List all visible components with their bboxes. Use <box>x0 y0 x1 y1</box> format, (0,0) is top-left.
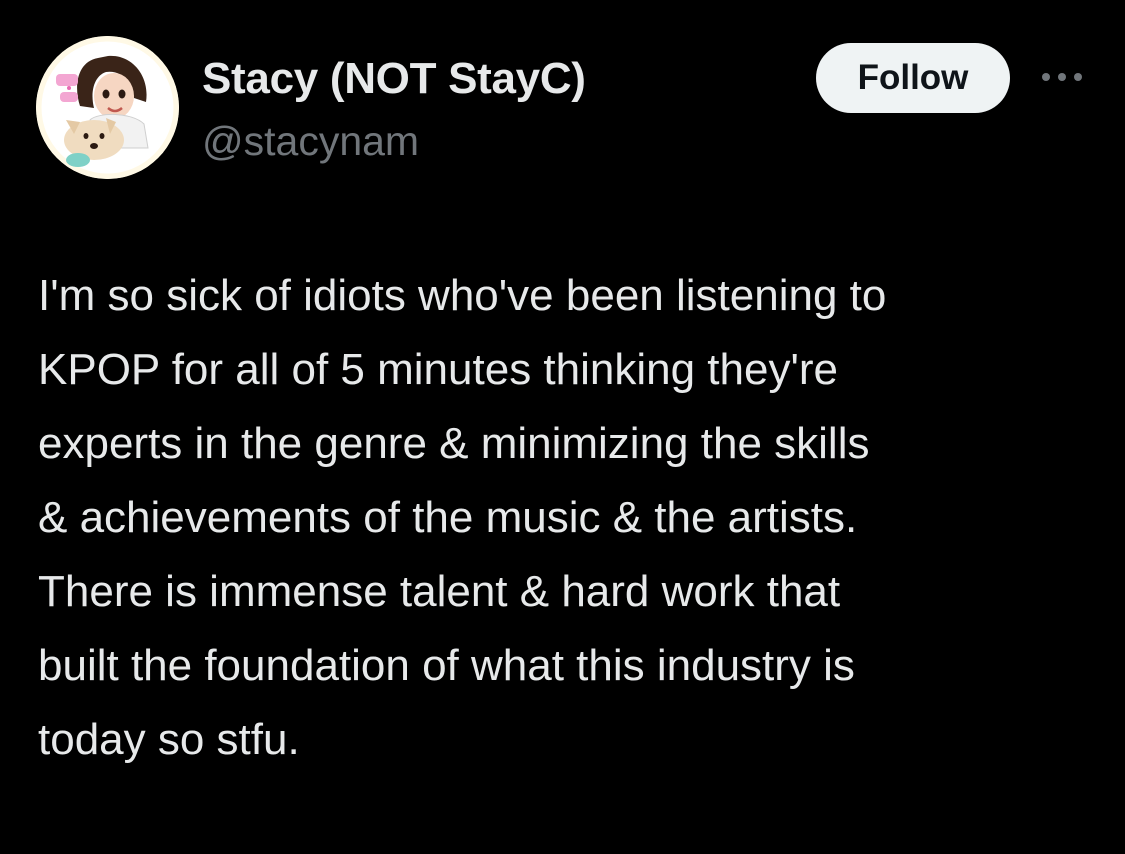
avatar[interactable] <box>36 36 179 179</box>
author-handle[interactable]: @stacynam <box>202 118 419 165</box>
tweet-text-line: today so stfu. <box>38 715 300 764</box>
tweet-text-line: I'm so sick of idiots who've been listen… <box>38 271 887 320</box>
follow-button[interactable]: Follow <box>816 43 1010 113</box>
tweet-text-line: KPOP for all of 5 minutes thinking they'… <box>38 345 838 394</box>
tweet-text-line: built the foundation of what this indust… <box>38 641 855 690</box>
tweet-text-line: experts in the genre & minimizing the sk… <box>38 419 870 468</box>
tweet-text: I'm so sick of idiots who've been listen… <box>38 259 1098 777</box>
tweet-card: Stacy (NOT StayC) @stacynam Follow I'm s… <box>0 0 1125 854</box>
author-display-name[interactable]: Stacy (NOT StayC) <box>202 54 586 104</box>
more-horizontal-icon[interactable] <box>1040 67 1084 87</box>
profile-avatar-icon <box>36 36 179 179</box>
tweet-text-line: & achievements of the music & the artist… <box>38 493 858 542</box>
tweet-text-line: There is immense talent & hard work that <box>38 567 841 616</box>
